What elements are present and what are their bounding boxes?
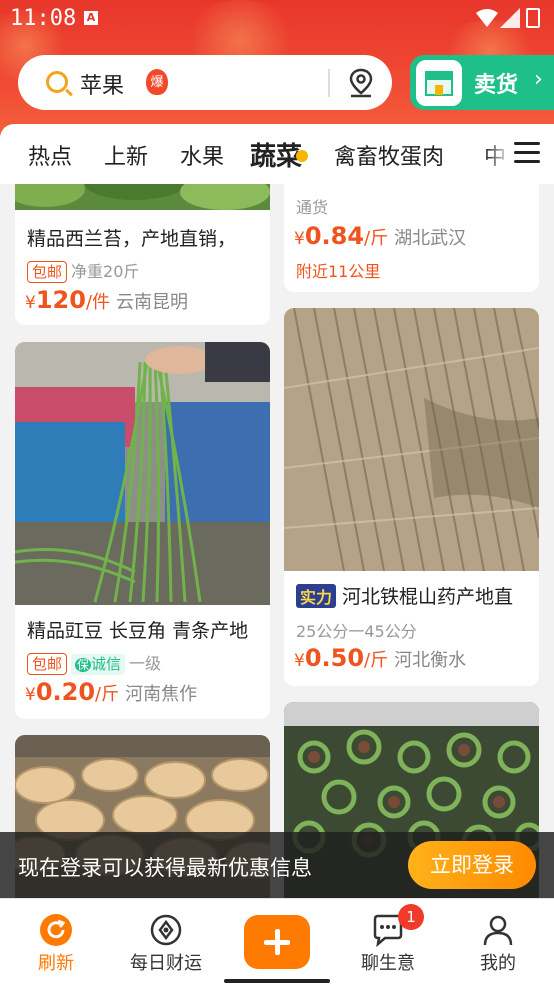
location-icon[interactable] xyxy=(348,68,374,98)
product-price: ¥0.20/斤 河南焦作 xyxy=(25,678,197,706)
product-location: 湖北武汉 xyxy=(394,228,467,249)
product-spec: 通货 xyxy=(296,198,329,217)
signal-icon xyxy=(500,8,520,28)
wifi-icon xyxy=(476,9,498,27)
price-currency: ¥ xyxy=(25,293,36,313)
integrity-label: 诚信 xyxy=(91,655,122,673)
chat-badge: 1 xyxy=(398,904,424,930)
price-value: 0.50 xyxy=(304,644,365,672)
product-title: 精品豇豆 长豆角 青条产地 xyxy=(27,620,249,642)
nav-chat-label: 聊生意 xyxy=(361,953,415,974)
price-unit: /件 xyxy=(85,292,111,313)
product-price: ¥120/件 云南昆明 xyxy=(25,286,188,314)
login-banner: 现在登录可以获得最新优惠信息 立即登录 xyxy=(0,832,554,898)
nav-me[interactable]: 我的 xyxy=(448,899,548,985)
bottom-nav: 刷新 每日财运 聊生意 我的 xyxy=(0,898,554,985)
product-image xyxy=(284,308,539,571)
chevron-right-icon: › xyxy=(534,67,543,92)
product-tags: 包邮保诚信 一级 xyxy=(27,650,161,675)
price-currency: ¥ xyxy=(25,685,36,705)
product-title: 河北铁棍山药产地直 xyxy=(342,586,514,608)
tab-new[interactable]: 上新 xyxy=(104,139,148,171)
price-unit: /斤 xyxy=(95,684,120,705)
login-prompt: 现在登录可以获得最新优惠信息 xyxy=(18,856,312,880)
price-value: 120 xyxy=(35,286,86,314)
nav-daily-fortune[interactable]: 每日财运 xyxy=(116,899,216,985)
sell-label: 卖货 xyxy=(474,73,519,98)
product-card[interactable]: 精品豇豆 长豆角 青条产地 包邮保诚信 一级 ¥0.20/斤 河南焦作 xyxy=(15,342,270,719)
grade-text: 一级 xyxy=(129,654,162,673)
product-image xyxy=(15,342,270,605)
nav-refresh[interactable]: 刷新 xyxy=(6,899,106,985)
tab-vegetable[interactable]: 蔬菜 xyxy=(250,136,302,173)
battery-icon xyxy=(526,8,540,28)
price-value: 0.20 xyxy=(35,678,96,706)
product-feed[interactable]: 精品西兰苔，产地直销， 包邮 净重20斤 ¥120/件 云南昆明 通货 ¥0.84/… xyxy=(0,184,554,898)
hot-icon: 爆 xyxy=(146,69,168,95)
compass-icon xyxy=(150,914,182,946)
power-badge: 实力 xyxy=(296,584,337,608)
product-location: 河南焦作 xyxy=(125,684,198,705)
product-card[interactable]: 实力 河北铁棍山药产地直 25公分一45公分 ¥0.50/斤 河北衡水 xyxy=(284,308,539,686)
weight-text: 净重20斤 xyxy=(71,262,140,281)
category-tabs: 热点 上新 水果 蔬菜 禽畜牧蛋肉 中 xyxy=(0,124,554,184)
price-currency: ¥ xyxy=(294,229,305,249)
product-title: 精品西兰苔，产地直销， xyxy=(27,228,237,250)
search-query: 苹果 xyxy=(80,74,125,99)
login-button[interactable]: 立即登录 xyxy=(408,841,536,889)
price-value: 0.84 xyxy=(304,222,365,250)
product-location: 河北衡水 xyxy=(394,650,467,671)
product-title-row: 实力 河北铁棍山药产地直 xyxy=(296,582,513,609)
integrity-badge: 保诚信 xyxy=(71,654,126,675)
price-unit: /斤 xyxy=(364,650,389,671)
status-time: 11:08 xyxy=(10,6,77,31)
free-shipping-badge: 包邮 xyxy=(27,261,68,283)
price-unit: /斤 xyxy=(364,228,389,249)
free-shipping-badge: 包邮 xyxy=(27,653,68,675)
product-price: ¥0.84/斤 湖北武汉 xyxy=(294,222,466,250)
nav-me-label: 我的 xyxy=(480,953,516,974)
sell-button[interactable]: 卖货 › xyxy=(410,55,554,110)
guarantee-icon: 保 xyxy=(75,658,92,672)
price-currency: ¥ xyxy=(294,651,305,671)
product-card[interactable]: 通货 ¥0.84/斤 湖北武汉 附近11公里 xyxy=(284,184,539,292)
search-divider xyxy=(328,69,330,97)
tab-fruit[interactable]: 水果 xyxy=(180,139,224,171)
search-icon xyxy=(46,71,68,93)
shop-icon xyxy=(416,60,462,106)
distance-text: 附近11公里 xyxy=(296,262,381,281)
add-button[interactable] xyxy=(244,915,310,969)
product-location: 云南昆明 xyxy=(116,292,189,313)
product-spec: 25公分一45公分 xyxy=(296,622,417,641)
search-input[interactable]: 苹果 爆 xyxy=(18,55,392,110)
product-tags: 包邮 净重20斤 xyxy=(27,258,139,283)
active-tab-indicator xyxy=(296,150,308,162)
user-icon xyxy=(483,915,513,946)
app-notification-icon: A xyxy=(84,11,98,25)
nav-daily-fortune-label: 每日财运 xyxy=(130,953,202,974)
product-image xyxy=(15,184,270,210)
status-bar: 11:08 A xyxy=(0,0,554,40)
product-card[interactable]: 精品西兰苔，产地直销， 包邮 净重20斤 ¥120/件 云南昆明 xyxy=(15,184,270,325)
tab-livestock[interactable]: 禽畜牧蛋肉 xyxy=(334,139,444,171)
home-indicator[interactable] xyxy=(224,979,330,983)
menu-icon[interactable] xyxy=(514,142,540,164)
tab-hot[interactable]: 热点 xyxy=(28,139,72,171)
product-price: ¥0.50/斤 河北衡水 xyxy=(294,644,466,672)
nav-refresh-label: 刷新 xyxy=(38,953,74,974)
refresh-icon xyxy=(40,914,72,946)
